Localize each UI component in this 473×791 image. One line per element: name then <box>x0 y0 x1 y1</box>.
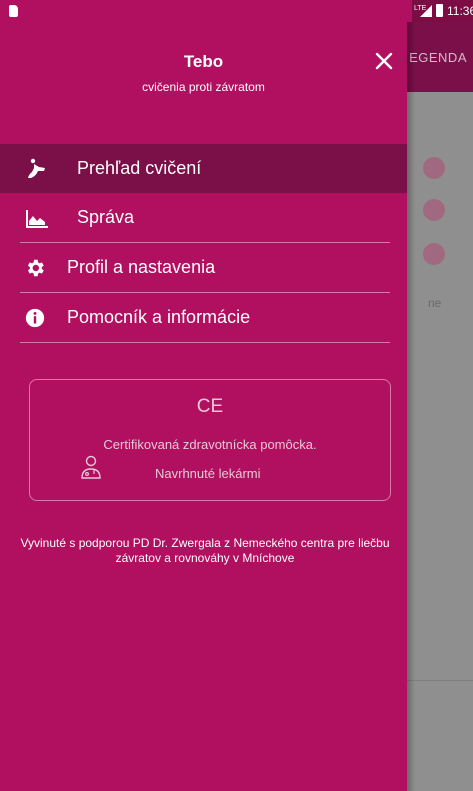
menu-item-profile-settings[interactable]: Profil a nastavenia <box>0 243 407 292</box>
signal-icon <box>420 5 432 17</box>
navigation-drawer: Tebo cvičenia proti závratom Prehľad cvi… <box>0 22 407 791</box>
menu-item-report[interactable]: Správa <box>0 193 407 242</box>
app-title: Tebo <box>183 52 224 71</box>
exercise-icon <box>25 157 49 181</box>
doctor-icon <box>79 454 103 480</box>
menu-divider <box>20 342 390 343</box>
sim-card-icon <box>9 5 18 17</box>
menu-item-help-info[interactable]: Pomocník a informácie <box>0 293 407 342</box>
chart-icon <box>25 206 49 230</box>
menu-item-label: Profil a nastavenia <box>67 257 216 277</box>
info-icon <box>23 306 47 330</box>
certification-box: CE Certifikovaná zdravotnícka pomôcka. N… <box>29 379 391 501</box>
close-drawer-button[interactable] <box>372 49 396 73</box>
status-bar-right: LTE 11:36 <box>412 0 473 22</box>
menu-item-exercise-overview[interactable]: Prehľad cvičení <box>0 144 407 193</box>
close-icon <box>375 52 393 70</box>
menu-item-label: Prehľad cvičení <box>77 158 202 178</box>
background-indicator <box>423 157 445 179</box>
ce-mark: CE <box>196 396 224 417</box>
gear-icon <box>23 256 47 280</box>
footer-note: Vyvinuté s podporou PD Dr. Zwergala z Ne… <box>20 536 390 565</box>
drawer-shadow <box>407 22 415 791</box>
background-text: ne <box>428 296 442 310</box>
clock: 11:36 <box>447 4 473 18</box>
app-subtitle: cvičenia proti závratom <box>142 80 265 94</box>
menu-item-label: Pomocník a informácie <box>67 307 251 327</box>
background-indicator <box>423 199 445 221</box>
drawer-menu: Prehľad cvičení Správa Profil a nastaven… <box>0 144 407 343</box>
battery-icon <box>436 4 443 17</box>
menu-item-label: Správa <box>77 207 135 227</box>
background-legend-tab: EGENDA <box>409 50 467 65</box>
designed-by-doctors-text: Navrhnuté lekármi <box>155 466 261 481</box>
status-bar: LTE 11:36 <box>0 0 473 22</box>
background-indicator <box>423 243 445 265</box>
certification-text: Certifikovaná zdravotnícka pomôcka. <box>103 437 317 452</box>
